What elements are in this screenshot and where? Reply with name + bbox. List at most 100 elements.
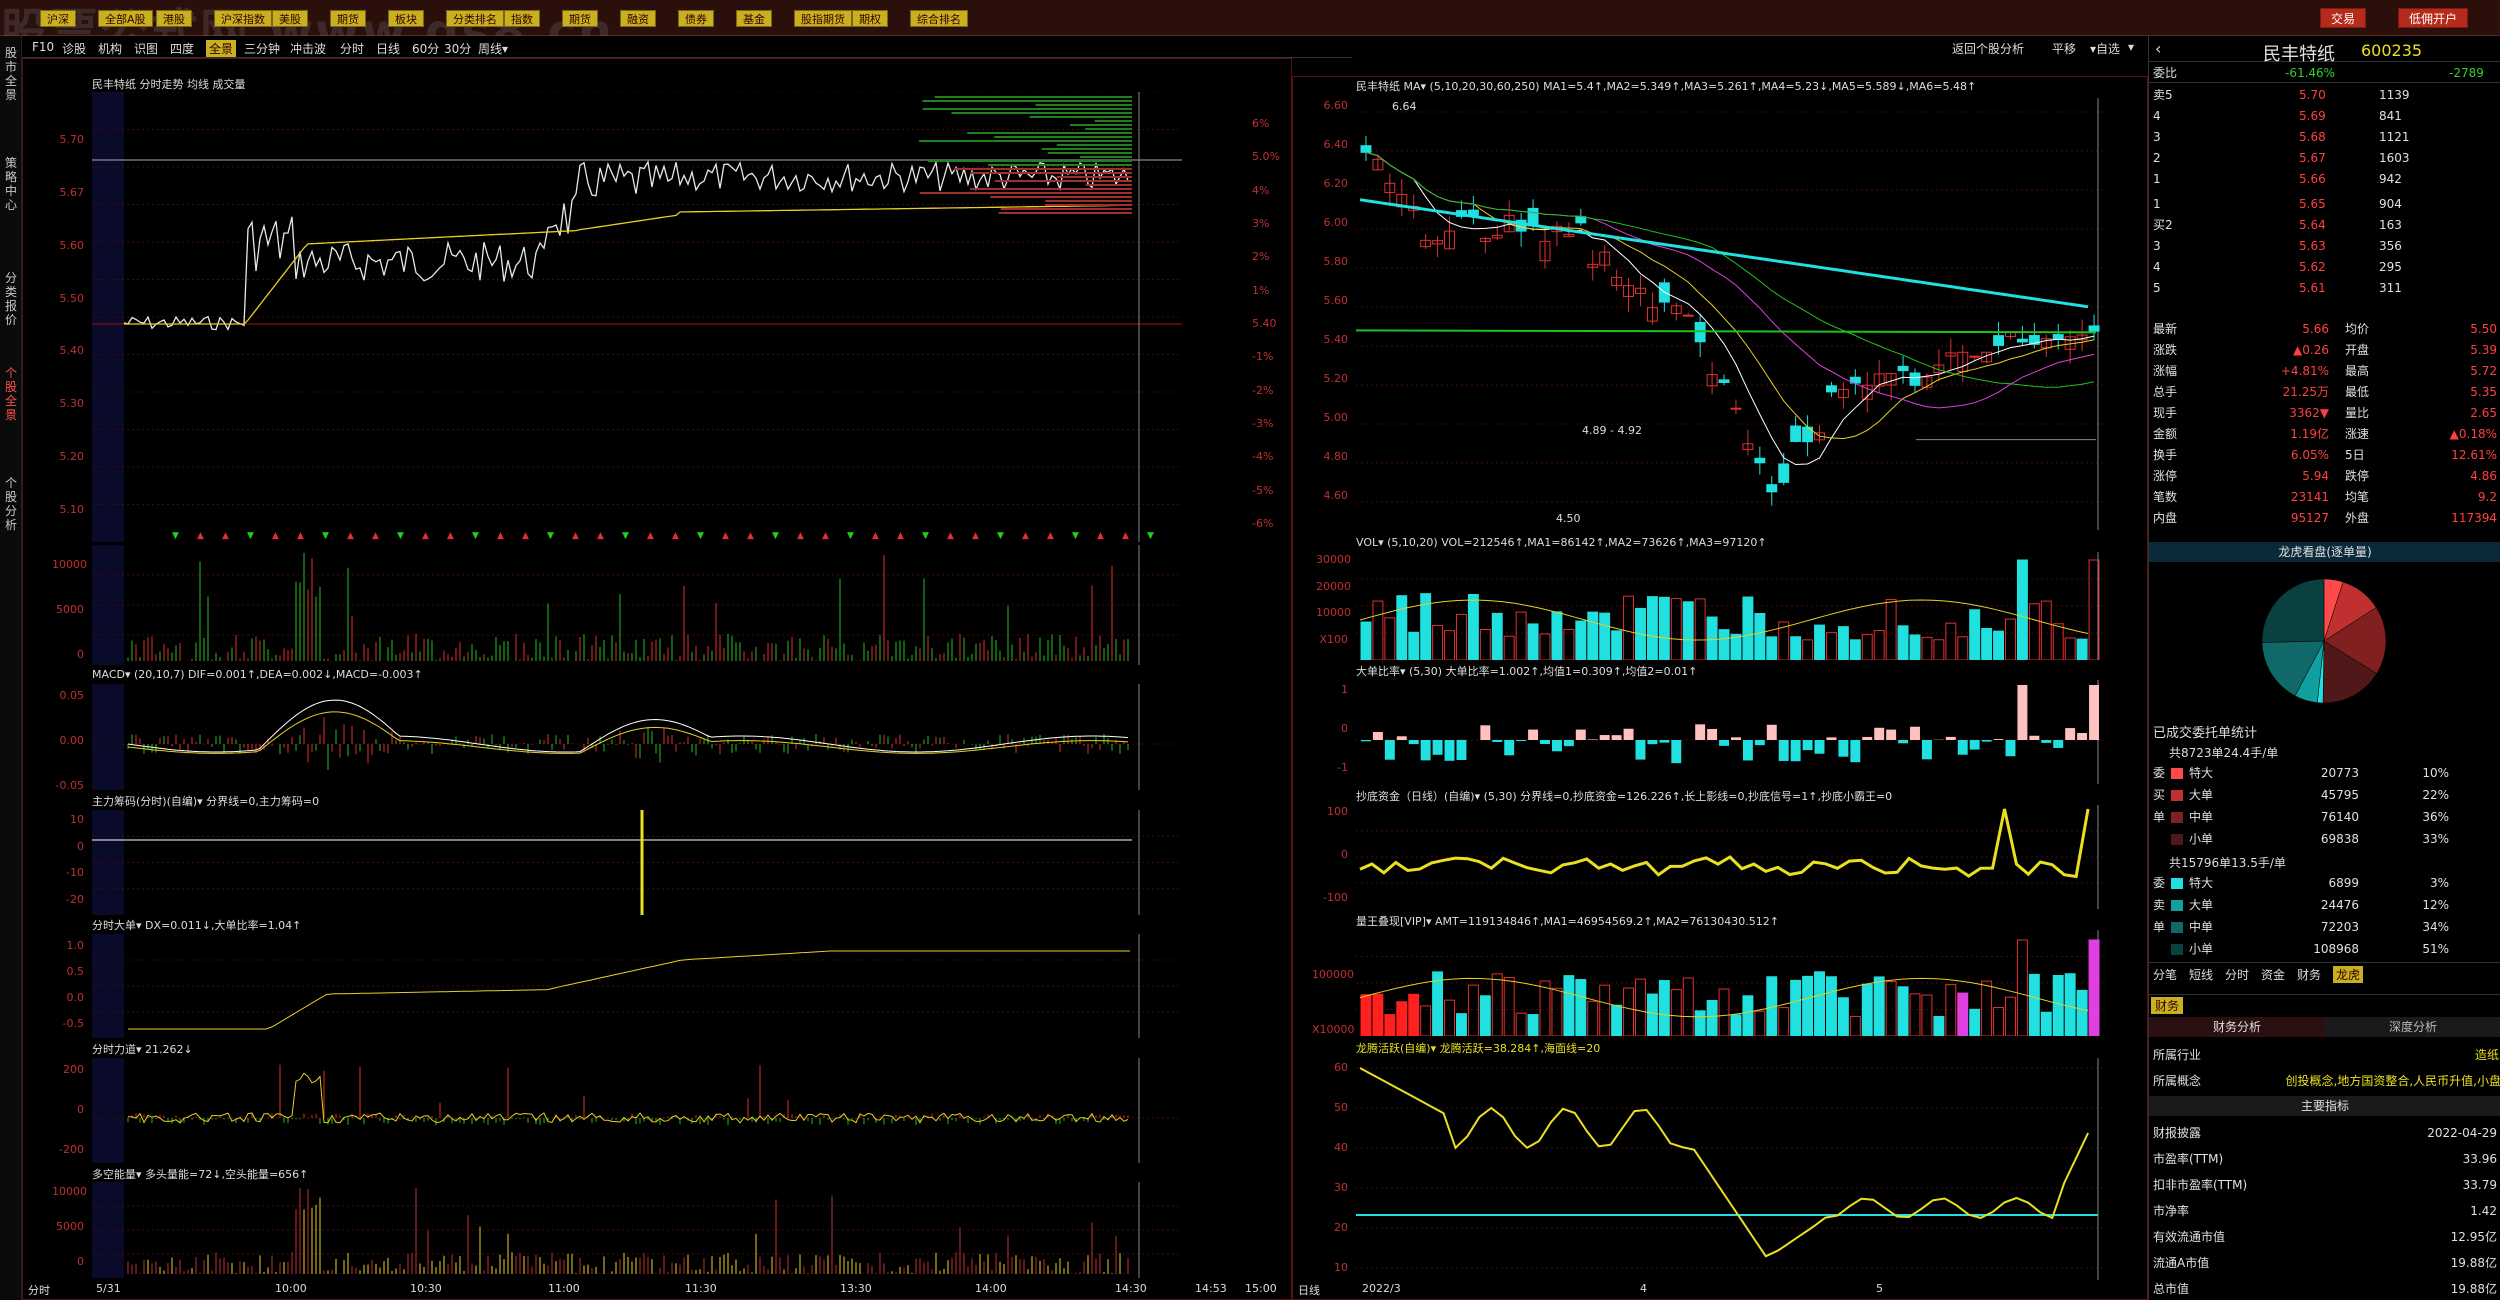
dist-type: 特大 (2189, 876, 2214, 890)
candle-body (1754, 457, 1766, 464)
vol-profile-bar (990, 196, 1132, 198)
daily-kline-chart[interactable] (1356, 98, 2106, 530)
pan-button[interactable]: 平移 (2052, 40, 2076, 57)
vtab-market[interactable]: 股市全景 (2, 46, 20, 102)
toolbar-button[interactable]: 沪深指数 (214, 10, 272, 27)
fin-tab[interactable]: 财务 (2151, 997, 2184, 1014)
vtab-stock-overview[interactable]: 个股全景 (2, 366, 20, 422)
more-dropdown[interactable]: ▾ (2128, 40, 2134, 54)
fin-analysis-tab[interactable]: 财务分析 (2149, 1017, 2325, 1037)
quote-tab[interactable]: 龙虎 (2333, 966, 2364, 983)
open-account-button[interactable]: 低佣开户 (2398, 8, 2469, 28)
volume-bar (2064, 637, 2076, 660)
dist-type: 大单 (2189, 788, 2214, 802)
quote-tab[interactable]: 资金 (2261, 966, 2285, 983)
signal-marker: ▼ (247, 531, 254, 541)
axis-tick-label: 6.00 (1323, 216, 1349, 229)
axis-tick-label: 5.10 (59, 503, 85, 516)
price-line (123, 160, 1129, 331)
volume-bar (1587, 611, 1599, 660)
tab-weekly[interactable]: 周线▾ (478, 40, 508, 57)
tab-60min[interactable]: 60分 (412, 40, 439, 57)
signal-marker: ▲ (597, 531, 604, 541)
trade-button[interactable]: 交易 (2320, 8, 2367, 28)
stat-label: 5日 (2345, 448, 2365, 462)
candle-body (1682, 314, 1694, 317)
axis-tick-label: -4% (1252, 450, 1274, 464)
toolbar-button[interactable]: 全部A股 (98, 10, 153, 27)
lthy-chart[interactable] (1356, 1058, 2106, 1280)
toolbar-button[interactable]: 债券 (678, 10, 714, 27)
axis-tick-label: 0 (1341, 848, 1348, 861)
stat-row: 换手 6.05% 5日 12.61% (2149, 446, 2500, 465)
fsdd-chart[interactable] (92, 934, 1242, 1038)
concept-row: 所属概念 创投概念,地方国资整合,人民币升值,小盘 (2149, 1072, 2500, 1091)
ratio-bar (1910, 726, 1920, 740)
toolbar-button[interactable]: 基金 (736, 10, 772, 27)
intraday-price-chart[interactable]: ▼ ▲ ▲ ▼ ▲ ▲ ▼ ▲ ▲ ▼ ▲ ▲ ▼ ▲ ▲ ▼ ▲ ▲ ▼ ▲ ▲ ▼ ▲ ▲ ▼ ▲ ▲ ▼ ▲ ▲ ▼ ▲ ▲ ▼ ▲ ▲ ▼ ▲ ▲ ▼ (92, 92, 1242, 542)
toolbar-button[interactable]: 股指期货 (794, 10, 852, 27)
tab-pattern[interactable]: 识图 (134, 40, 158, 57)
watchlist-dropdown[interactable]: ▾自选 (2090, 40, 2120, 57)
zlcm-chart[interactable] (92, 810, 1242, 915)
vol-profile-bar (1094, 120, 1132, 122)
axis-tick-label: 60 (1334, 1061, 1348, 1074)
ratio-bar (1945, 736, 1956, 740)
intraday-volume-chart[interactable] (92, 545, 1242, 665)
ljdx-chart[interactable] (1356, 930, 2106, 1036)
ddbl-title: 大单比率▾ (5,30) 大单比率=1.002↑,均值1=0.309↑,均值2=… (1356, 665, 1698, 678)
toolbar-button[interactable]: 综合排名 (910, 10, 968, 27)
fin-value: 19.88亿 (2450, 1282, 2497, 1296)
tab-institution[interactable]: 机构 (98, 40, 122, 57)
volume-bar (1384, 1014, 1396, 1036)
toolbar-button[interactable]: 沪深 (40, 10, 76, 27)
vol-profile-bar (1085, 128, 1132, 130)
quote-tab[interactable]: 分时 (2225, 966, 2249, 983)
fin-row: 总市值 19.88亿 (2149, 1280, 2500, 1299)
toolbar-button[interactable]: 板块 (388, 10, 424, 27)
axis-tick-label: 30 (1334, 1181, 1348, 1194)
dist-row: 大单 24476 12% 卖 (2149, 896, 2500, 915)
axis-tick-label: 100 (1327, 805, 1348, 818)
ratio-bar (1790, 740, 1801, 762)
toolbar-button[interactable]: 期货 (562, 10, 598, 27)
fsld-chart[interactable] (92, 1058, 1242, 1163)
vol-profile-bar (1000, 208, 1132, 210)
vtab-quotes[interactable]: 分类报价 (2, 271, 20, 327)
macd-chart[interactable] (92, 684, 1242, 790)
back-icon[interactable]: ‹ (2155, 39, 2161, 58)
toolbar-button[interactable]: 分类排名 (446, 10, 504, 27)
ddbl-chart[interactable] (1356, 680, 2106, 784)
deep-analysis-tab[interactable]: 深度分析 (2325, 1017, 2500, 1037)
daily-volume-chart[interactable] (1356, 552, 2106, 660)
dkn-chart[interactable] (92, 1182, 1242, 1278)
ljdx-title: 量王叠现[VIP]▾ AMT=119134846↑,MA1=46954569.2… (1356, 915, 1780, 928)
toolbar-button[interactable]: 期货 (330, 10, 366, 27)
time-tick-label: 分时 (28, 1284, 50, 1297)
tab-diagnose[interactable]: 诊股 (62, 40, 86, 57)
tab-overview[interactable]: 全景 (206, 40, 237, 57)
tab-shockwave[interactable]: 冲击波 (290, 40, 326, 57)
tab-3min[interactable]: 三分钟 (244, 40, 280, 57)
volume-bar (1515, 1012, 1527, 1036)
toolbar-button[interactable]: 美股 (272, 10, 308, 27)
tab-f10[interactable]: F10 (32, 40, 54, 54)
quote-tab[interactable]: 分笔 (2153, 966, 2177, 983)
cdzj-chart[interactable] (1356, 805, 2106, 909)
vtab-strategy[interactable]: 策略中心 (2, 156, 20, 212)
quote-tab[interactable]: 短线 (2189, 966, 2213, 983)
toolbar-button[interactable]: 港股 (156, 10, 192, 27)
tab-four-degree[interactable]: 四度 (170, 40, 194, 57)
tab-30min[interactable]: 30分 (444, 40, 471, 57)
quote-tab[interactable]: 财务 (2297, 966, 2321, 983)
toolbar-button[interactable]: 融资 (620, 10, 656, 27)
volume-bar (1467, 984, 1479, 1036)
volume-bar (1885, 981, 1897, 1036)
toolbar-button[interactable]: 指数 (504, 10, 540, 27)
stat-label: 最低 (2345, 385, 2370, 399)
toolbar-button[interactable]: 期权 (852, 10, 888, 27)
back-to-analysis-link[interactable]: 返回个股分析 (1952, 40, 2024, 57)
tab-intraday[interactable]: 分时 (340, 40, 364, 57)
vtab-stock-analysis[interactable]: 个股分析 (2, 476, 20, 532)
tab-daily[interactable]: 日线 (376, 40, 400, 57)
